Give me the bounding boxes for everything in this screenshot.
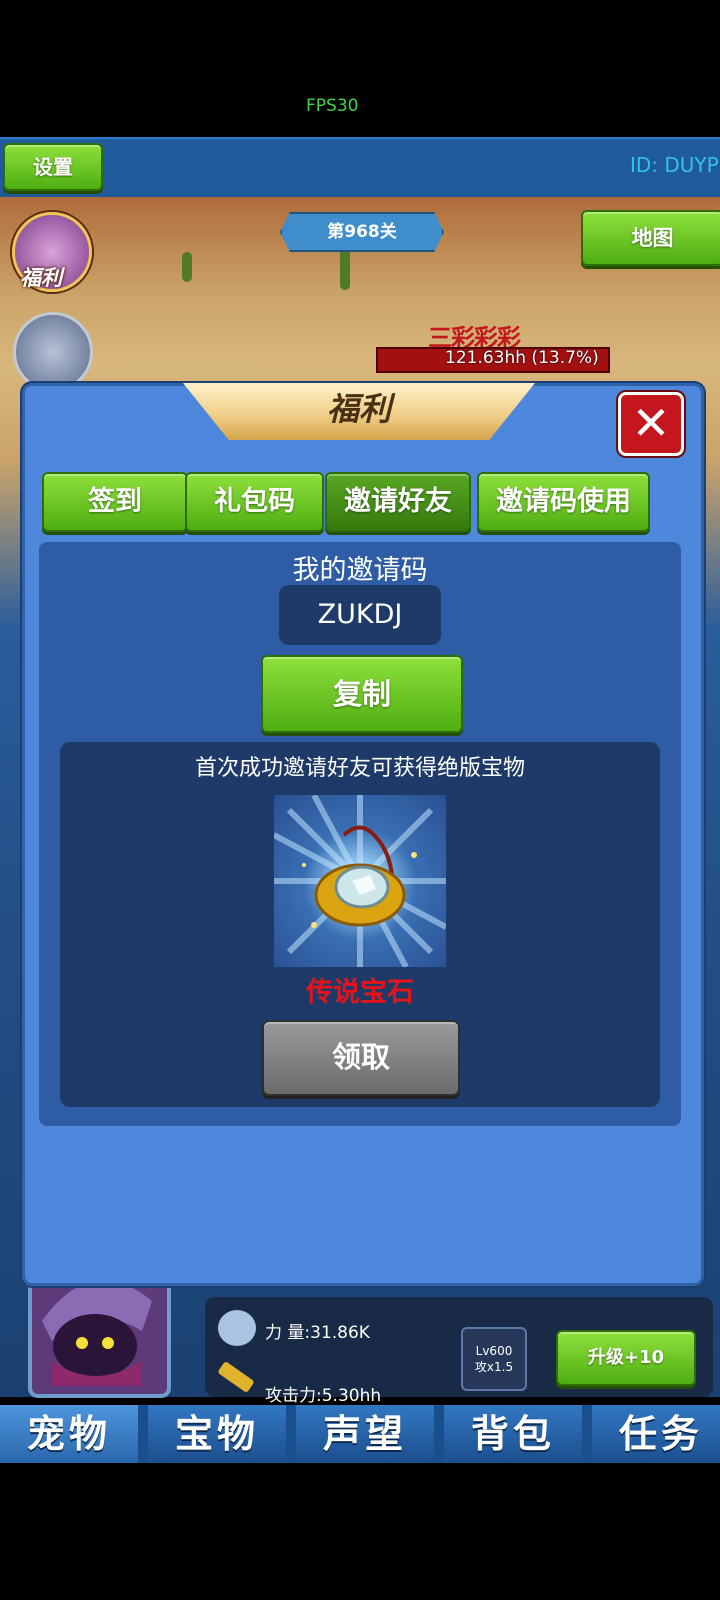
tab-invite-friends[interactable]: 邀请好友 bbox=[325, 472, 471, 532]
stat-power: 力 量:31.86K bbox=[265, 1323, 370, 1343]
stat-attack: 攻击力:5.30hh bbox=[265, 1386, 382, 1406]
nav-tab-reputation[interactable]: 声望 bbox=[296, 1405, 434, 1463]
enemy-hp-text: 121.63hh (13.7%) bbox=[445, 348, 599, 368]
reward-item-name: 传说宝石 bbox=[306, 977, 414, 1008]
level-badge-mult: 攻x1.5 bbox=[474, 1360, 514, 1374]
settings-button[interactable]: 设置 bbox=[3, 143, 103, 191]
level-banner: 第968关 bbox=[280, 212, 444, 252]
reward-description: 首次成功邀请好友可获得绝版宝物 bbox=[194, 756, 525, 781]
copy-button[interactable]: 复制 bbox=[261, 655, 463, 733]
nav-tab-pet[interactable]: 宠物 bbox=[0, 1405, 138, 1463]
claim-button[interactable]: 领取 bbox=[262, 1020, 460, 1096]
nav-tab-quest[interactable]: 任务 bbox=[592, 1405, 720, 1463]
invite-code-value: ZUKDJ bbox=[279, 585, 441, 645]
paw-icon bbox=[218, 1310, 256, 1346]
upgrade-button[interactable]: 升级+10 bbox=[556, 1330, 696, 1386]
level-badge-level: Lv600 bbox=[475, 1344, 513, 1358]
close-button[interactable]: ✕ bbox=[618, 392, 684, 456]
nav-tab-treasure[interactable]: 宝物 bbox=[148, 1405, 286, 1463]
level-badge: Lv600 攻x1.5 bbox=[461, 1327, 527, 1391]
tab-signin[interactable]: 签到 bbox=[42, 472, 188, 532]
fps-counter: FPS30 bbox=[306, 96, 359, 116]
tab-gift-code[interactable]: 礼包码 bbox=[185, 472, 324, 532]
treasure-chest-icon[interactable] bbox=[13, 312, 93, 392]
invite-code-heading: 我的邀请码 bbox=[292, 555, 428, 586]
bottom-nav: 宠物 宝物 声望 背包 任务 bbox=[0, 1405, 720, 1463]
welfare-side-label: 福利 bbox=[20, 266, 62, 290]
close-icon: ✕ bbox=[631, 396, 671, 450]
map-button[interactable]: 地图 bbox=[581, 210, 720, 266]
nav-tab-bag[interactable]: 背包 bbox=[444, 1405, 582, 1463]
cactus-decoration bbox=[182, 252, 192, 282]
tab-use-invite-code[interactable]: 邀请码使用 bbox=[477, 472, 650, 532]
player-id: ID: DUYP bbox=[630, 153, 719, 177]
top-bar bbox=[0, 137, 720, 199]
legend-gem-icon bbox=[274, 795, 446, 967]
modal-title: 福利 bbox=[183, 383, 535, 440]
